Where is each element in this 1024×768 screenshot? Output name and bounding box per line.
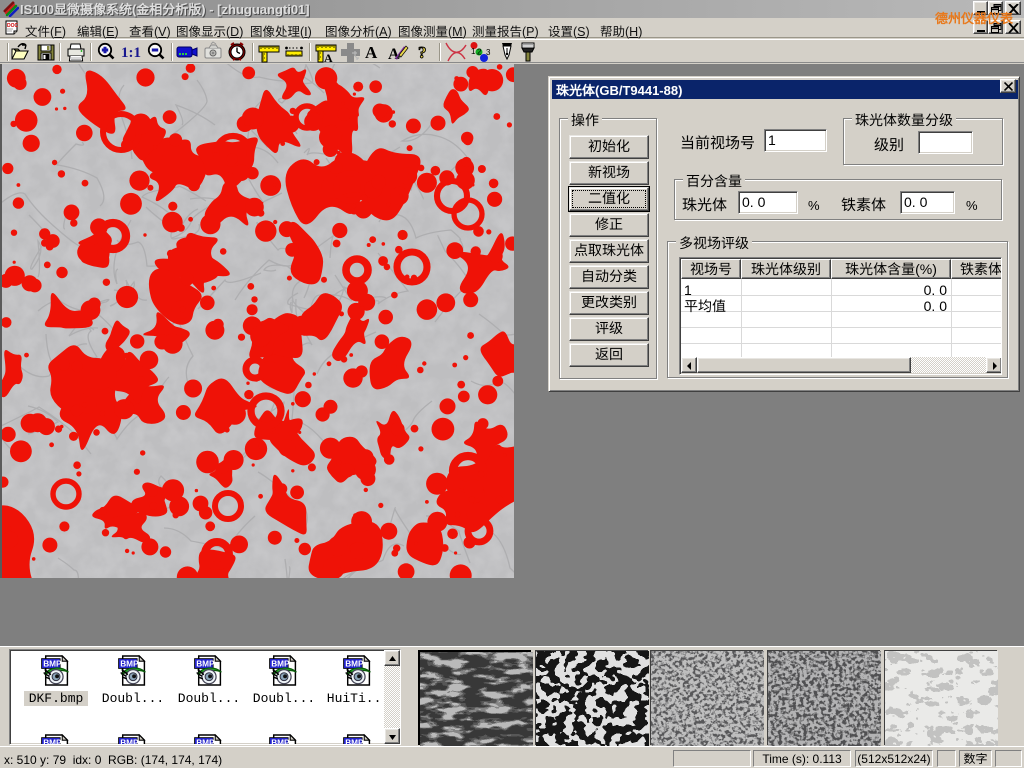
svg-text:1:1: 1:1 [121,45,141,61]
svg-text:2: 2 [477,48,482,57]
svg-text:?: ? [418,43,427,62]
svg-text:1: 1 [471,47,476,56]
svg-text:A: A [365,43,378,62]
svg-text:A: A [324,51,333,63]
svg-text:3: 3 [486,48,491,57]
svg-text:DOC: DOC [7,23,19,29]
